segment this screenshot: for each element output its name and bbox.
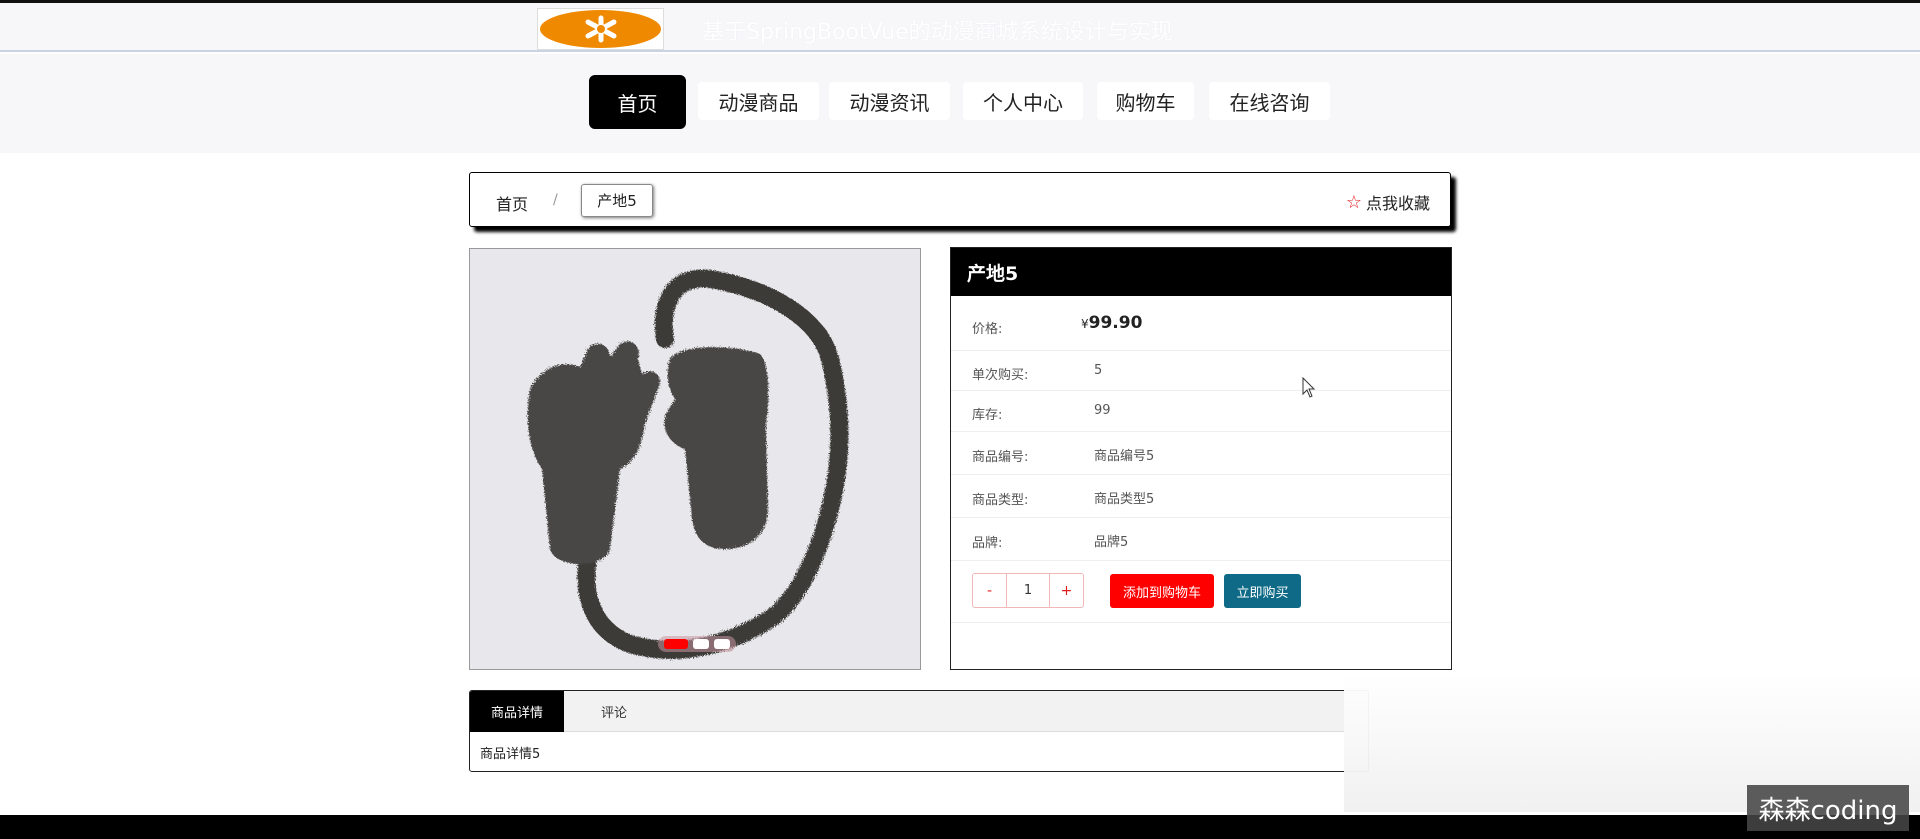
price-row: 价格: ¥99.90 (951, 296, 1451, 351)
field-row: 商品编号: 商品编号5 (951, 432, 1451, 475)
field-row: 库存: 99 (951, 391, 1451, 432)
breadcrumb-home-link[interactable]: 首页 (496, 191, 528, 215)
footer (0, 815, 1920, 839)
tab-bar: 商品详情 评论 (470, 691, 1368, 732)
field-value: 商品类型5 (1094, 492, 1155, 507)
field-label: 单次购买: (972, 368, 1029, 383)
nav-item-profile[interactable]: 个人中心 (963, 82, 1083, 120)
site-logo[interactable] (537, 8, 664, 50)
watermark: 森森coding (1747, 785, 1909, 831)
tab-comments[interactable]: 评论 (564, 691, 664, 732)
product-image-carousel[interactable] (469, 248, 921, 670)
breadcrumb: 首页 / 产地5 ☆ 点我收藏 (469, 172, 1451, 227)
site-title: 基于SpringBootVue的动漫商城系统设计与实现 (702, 20, 1173, 45)
main-nav: 首页 动漫商品 动漫资讯 个人中心 购物车 在线咨询 (0, 54, 1920, 153)
nav-item-cart[interactable]: 购物车 (1097, 82, 1194, 120)
quantity-input[interactable]: 1 (1006, 574, 1050, 607)
details-content: 商品详情5 (480, 747, 541, 762)
field-label: 商品编号: (972, 450, 1029, 465)
nav-item-chat[interactable]: 在线咨询 (1209, 82, 1330, 120)
add-to-cart-button[interactable]: 添加到购物车 (1110, 574, 1214, 608)
field-row: 品牌: 品牌5 (951, 518, 1451, 561)
nav-item-products[interactable]: 动漫商品 (698, 82, 819, 120)
asterisk-logo-icon (540, 10, 661, 48)
nav-item-home[interactable]: 首页 (589, 75, 686, 129)
carousel-dot-3[interactable] (714, 639, 730, 649)
field-label: 库存: (972, 408, 1003, 423)
favorite-label: 点我收藏 (1365, 194, 1430, 213)
breadcrumb-separator: / (553, 192, 558, 208)
fur-gloves-and-scarf-image (470, 249, 920, 669)
carousel-dot-2[interactable] (693, 639, 709, 649)
quantity-stepper: - 1 + (972, 573, 1084, 608)
carousel-indicators (658, 636, 736, 652)
buy-now-button[interactable]: 立即购买 (1224, 574, 1301, 608)
divider (951, 622, 1451, 623)
product-info-panel: 产地5 价格: ¥99.90 单次购买: 5 库存: 99 商品编号: 商品编号… (950, 247, 1452, 670)
field-value: 5 (1094, 363, 1103, 378)
nav-item-news[interactable]: 动漫资讯 (829, 82, 950, 120)
price-amount: 99.90 (1088, 313, 1143, 333)
price-value: ¥99.90 (1081, 313, 1142, 333)
field-value: 商品编号5 (1094, 449, 1155, 464)
field-value: 99 (1094, 403, 1111, 418)
field-row: 单次购买: 5 (951, 351, 1451, 391)
detail-tabs-panel: 商品详情 评论 商品详情5 (469, 690, 1369, 772)
price-currency: ¥ (1081, 317, 1089, 331)
field-label: 商品类型: (972, 493, 1029, 508)
top-header: 基于SpringBootVue的动漫商城系统设计与实现 (0, 0, 1920, 52)
field-value: 品牌5 (1094, 535, 1129, 550)
tab-details[interactable]: 商品详情 (470, 691, 564, 732)
carousel-dot-1[interactable] (664, 639, 688, 649)
favorite-button[interactable]: ☆ 点我收藏 (1346, 190, 1430, 214)
field-row: 商品类型: 商品类型5 (951, 475, 1451, 518)
field-label: 品牌: (972, 536, 1003, 551)
price-label: 价格: (972, 322, 1003, 337)
mouse-cursor-icon (1302, 377, 1316, 398)
product-title: 产地5 (951, 248, 1451, 296)
star-outline-icon: ☆ (1345, 191, 1362, 213)
quantity-plus-button[interactable]: + (1050, 574, 1083, 607)
quantity-minus-button[interactable]: - (973, 574, 1006, 607)
breadcrumb-current: 产地5 (581, 184, 653, 217)
